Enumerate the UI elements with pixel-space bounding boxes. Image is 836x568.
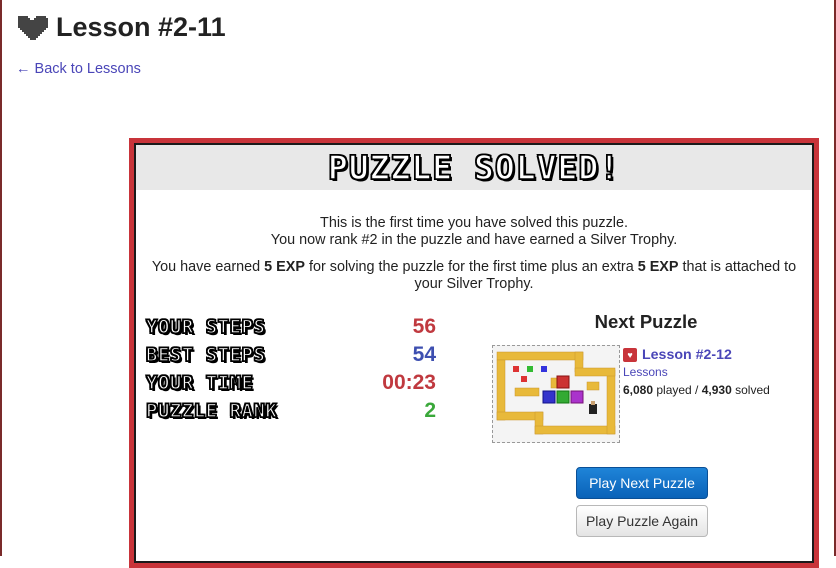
- heart-icon: ♥: [623, 348, 637, 362]
- page-title: Lesson #2-11: [56, 12, 226, 42]
- stat-value-best: 54: [412, 343, 436, 366]
- exp-text-mid: for solving the puzzle for the first tim…: [304, 259, 638, 275]
- stat-row-rank: PUZZLE RANK 2: [145, 397, 436, 425]
- next-lesson-link[interactable]: Lesson #2-12: [642, 347, 732, 363]
- play-next-puzzle-button[interactable]: Play Next Puzzle: [576, 467, 708, 499]
- modal-inner: PUZZLE SOLVED! This is the first time yo…: [134, 143, 814, 563]
- exp-bonus-amount: 5 EXP: [637, 259, 679, 275]
- played-count: 6,080: [623, 383, 654, 397]
- solved-label: solved: [731, 383, 770, 397]
- solved-banner: PUZZLE SOLVED!: [136, 145, 812, 190]
- banner-title: PUZZLE SOLVED!: [327, 147, 621, 188]
- first-solve-message: This is the first time you have solved t…: [136, 215, 812, 249]
- stat-label: BEST STEPS: [145, 343, 266, 367]
- back-to-lessons-link[interactable]: ← Back to Lessons: [16, 61, 141, 77]
- played-label: played /: [653, 383, 702, 397]
- next-lesson-card: ♥ Lesson #2-12 Lessons 6,080 played / 4,…: [623, 347, 770, 397]
- puzzle-solved-modal: PUZZLE SOLVED! This is the first time yo…: [129, 138, 819, 568]
- exp-text-pre: You have earned: [151, 259, 265, 275]
- rank-line: You now rank #2 in the puzzle and have e…: [270, 232, 678, 248]
- puzzle-map-image: [493, 346, 619, 442]
- stat-label: YOUR STEPS: [145, 315, 266, 339]
- lesson-title-row: ♥ Lesson #2-12: [623, 347, 770, 363]
- stat-value-steps: 56: [412, 315, 436, 338]
- exp-message: You have earned 5 EXP for solving the pu…: [136, 259, 812, 293]
- stat-value-time: 00:23: [382, 371, 436, 394]
- play-puzzle-again-button[interactable]: Play Puzzle Again: [576, 505, 708, 537]
- stat-row-time: YOUR TIME 00:23: [145, 369, 436, 397]
- exp-amount: 5 EXP: [264, 259, 305, 275]
- stat-label: PUZZLE RANK: [145, 399, 278, 423]
- stat-row-steps: YOUR STEPS 56: [145, 313, 436, 341]
- lesson-stats: 6,080 played / 4,930 solved: [623, 383, 770, 397]
- stats-panel: YOUR STEPS 56 BEST STEPS 54 YOUR TIME 00…: [145, 313, 436, 425]
- solved-count: 4,930: [701, 383, 732, 397]
- stat-label: YOUR TIME: [145, 371, 254, 395]
- next-puzzle-heading: Next Puzzle: [594, 311, 698, 332]
- next-puzzle-thumbnail[interactable]: [492, 345, 620, 443]
- stat-row-best: BEST STEPS 54: [145, 341, 436, 369]
- lesson-category-link[interactable]: Lessons: [623, 365, 770, 379]
- first-solve-line: This is the first time you have solved t…: [320, 215, 628, 231]
- page-header: Lesson #2-11: [16, 12, 226, 43]
- stat-value-rank: 2: [424, 399, 436, 422]
- heart-icon: [18, 15, 48, 40]
